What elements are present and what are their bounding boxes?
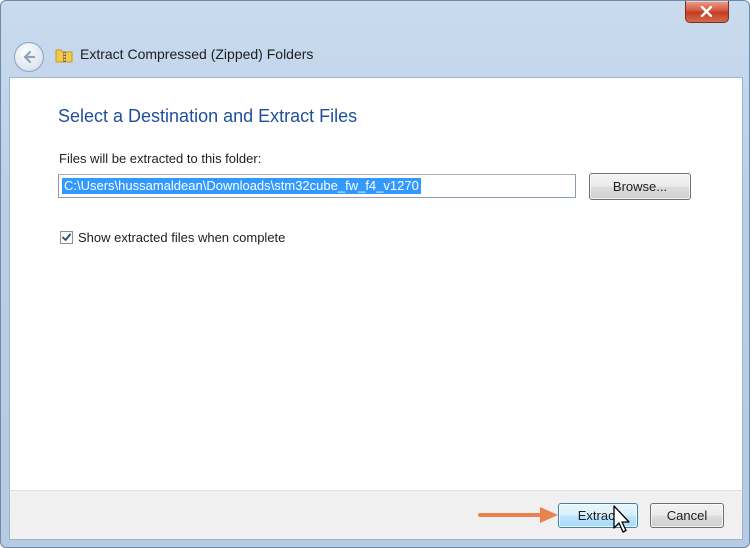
close-button[interactable] bbox=[685, 1, 729, 23]
back-arrow-icon bbox=[23, 50, 36, 64]
page-heading: Select a Destination and Extract Files bbox=[58, 106, 358, 126]
checkmark-icon bbox=[62, 233, 71, 241]
annotation-arrow-icon bbox=[478, 507, 558, 523]
zip-folder-icon bbox=[55, 49, 73, 63]
dialog-footer: Extract Cancel bbox=[9, 490, 743, 540]
destination-label: Files will be extracted to this folder: bbox=[59, 151, 262, 166]
window-title: Extract Compressed (Zipped) Folders bbox=[80, 46, 314, 62]
destination-path-input[interactable]: C:\Users\hussamaldean\Downloads\stm32cub… bbox=[58, 174, 576, 198]
show-extracted-files-label[interactable]: Show extracted files when complete bbox=[78, 230, 285, 245]
destination-path-value: C:\Users\hussamaldean\Downloads\stm32cub… bbox=[62, 178, 421, 194]
close-icon bbox=[700, 6, 713, 17]
mouse-pointer-icon bbox=[613, 505, 630, 533]
cancel-button[interactable]: Cancel bbox=[650, 503, 724, 528]
back-button[interactable] bbox=[14, 42, 44, 72]
extract-dialog-window: Extract Compressed (Zipped) Folders Sele… bbox=[0, 0, 750, 548]
title-bar: Extract Compressed (Zipped) Folders bbox=[1, 31, 749, 77]
content-panel: Select a Destination and Extract Files F… bbox=[9, 77, 743, 492]
show-extracted-files-checkbox[interactable] bbox=[60, 231, 73, 244]
browse-button[interactable]: Browse... bbox=[589, 173, 691, 200]
